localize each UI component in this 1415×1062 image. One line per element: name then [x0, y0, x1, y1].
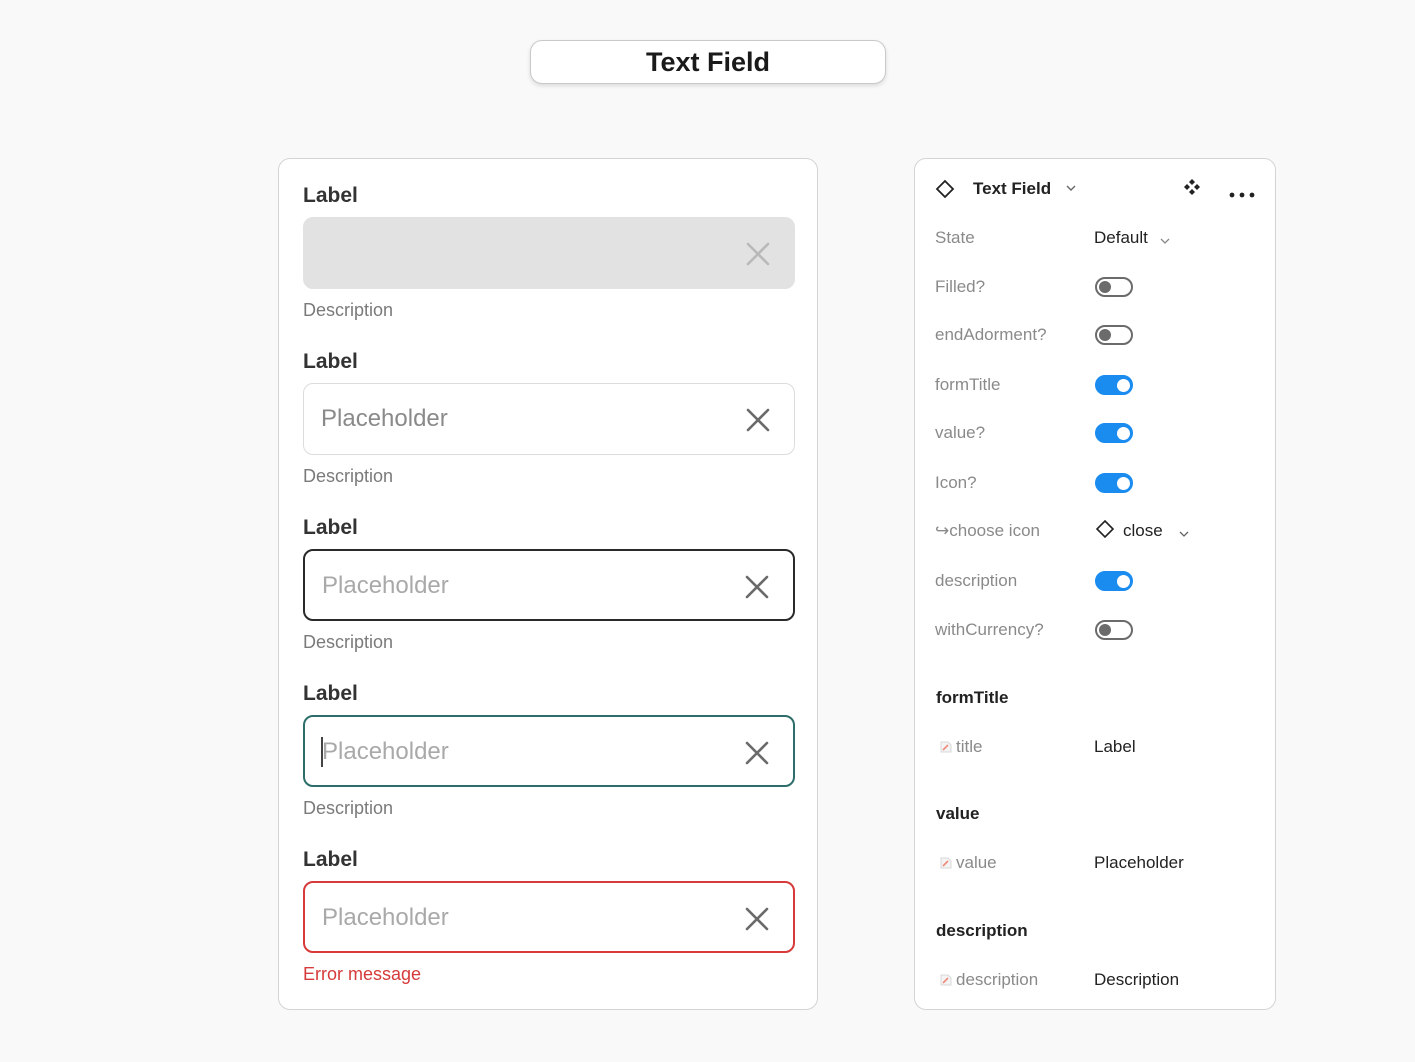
- text-property-icon: [939, 855, 953, 869]
- prop-state: State Default: [935, 226, 1257, 250]
- prop-value-text: value Placeholder: [935, 851, 1257, 875]
- prop-key: description: [935, 571, 1018, 590]
- page-title: Text Field: [530, 40, 886, 84]
- error-message: Error message: [303, 964, 422, 984]
- component-name[interactable]: Text Field: [973, 179, 1051, 199]
- prop-description: description: [935, 569, 1257, 593]
- section-title: description: [936, 921, 1028, 940]
- description-toggle[interactable]: [1095, 571, 1133, 591]
- prop-key: endAdorment?: [935, 325, 1047, 344]
- close-icon[interactable]: [744, 406, 772, 434]
- field-label: Label: [303, 682, 358, 705]
- prop-end-adornment: endAdorment?: [935, 323, 1257, 347]
- field-description: Description: [303, 632, 394, 652]
- close-icon[interactable]: [743, 573, 771, 601]
- input-placeholder: Placeholder: [322, 904, 449, 931]
- chevron-down-icon[interactable]: [1178, 527, 1190, 545]
- prop-description-text: description Description: [935, 968, 1257, 992]
- state-select[interactable]: Default: [1094, 228, 1148, 248]
- prop-value: value?: [935, 421, 1257, 445]
- value-value[interactable]: Placeholder: [1094, 853, 1184, 873]
- prop-icon: Icon?: [935, 471, 1257, 495]
- field-label: Label: [303, 848, 358, 871]
- component-diamond-icon: [935, 179, 955, 204]
- more-options-icon[interactable]: [1229, 185, 1255, 203]
- text-input[interactable]: [303, 217, 795, 289]
- prop-key: ↪choose icon: [935, 521, 1040, 540]
- prop-with-currency: withCurrency?: [935, 618, 1257, 642]
- filled-toggle[interactable]: [1095, 277, 1133, 297]
- text-property-icon: [939, 739, 953, 753]
- field-description: Description: [303, 466, 394, 486]
- input-placeholder: Placeholder: [322, 572, 449, 599]
- input-placeholder: Placeholder: [321, 405, 448, 432]
- text-input[interactable]: Placeholder: [303, 715, 795, 787]
- text-input[interactable]: Placeholder: [303, 881, 795, 953]
- prop-key: value: [935, 853, 997, 873]
- icon-toggle[interactable]: [1095, 473, 1133, 493]
- prop-choose-icon: ↪choose icon close: [935, 519, 1257, 543]
- section-title: formTitle: [936, 688, 1009, 707]
- input-placeholder: Placeholder: [322, 738, 449, 765]
- chevron-down-icon[interactable]: [1159, 234, 1171, 252]
- close-icon[interactable]: [744, 240, 772, 268]
- prop-key: value?: [935, 423, 986, 442]
- with-currency-toggle[interactable]: [1095, 620, 1133, 640]
- title-value[interactable]: Label: [1094, 737, 1136, 757]
- component-set-icon[interactable]: [1183, 178, 1201, 201]
- prop-key: formTitle: [935, 375, 1001, 394]
- close-icon[interactable]: [743, 739, 771, 767]
- field-label: Label: [303, 516, 358, 539]
- prop-filled: Filled?: [935, 275, 1257, 299]
- prop-key: title: [935, 737, 982, 757]
- value-toggle[interactable]: [1095, 423, 1133, 443]
- variants-panel: Label Description Label Placeholder Desc…: [278, 158, 818, 1010]
- field-label: Label: [303, 350, 358, 373]
- prop-title-text: title Label: [935, 735, 1257, 759]
- component-diamond-icon: [1095, 519, 1115, 540]
- prop-key: description: [935, 970, 1038, 990]
- text-property-icon: [939, 972, 953, 986]
- field-description: Description: [303, 798, 394, 818]
- description-value[interactable]: Description: [1094, 970, 1179, 990]
- prop-key: withCurrency?: [935, 620, 1044, 639]
- close-icon[interactable]: [743, 905, 771, 933]
- field-description: Description: [303, 300, 394, 320]
- nested-arrow-icon: ↪: [935, 521, 950, 540]
- field-label: Label: [303, 184, 358, 207]
- chevron-down-icon[interactable]: [1065, 181, 1077, 199]
- form-title-toggle[interactable]: [1095, 375, 1133, 395]
- prop-key: Filled?: [935, 277, 986, 296]
- prop-key: State: [935, 228, 975, 247]
- panel-header: Text Field: [915, 159, 1275, 217]
- properties-panel: Text Field State Default Filled? endAdor…: [914, 158, 1276, 1010]
- section-title: value: [936, 804, 980, 823]
- end-adornment-toggle[interactable]: [1095, 325, 1133, 345]
- prop-form-title: formTitle: [935, 373, 1257, 397]
- text-input[interactable]: Placeholder: [303, 549, 795, 621]
- instance-swap-select[interactable]: close: [1123, 521, 1163, 541]
- prop-key: Icon?: [935, 473, 977, 492]
- text-input[interactable]: Placeholder: [303, 383, 795, 455]
